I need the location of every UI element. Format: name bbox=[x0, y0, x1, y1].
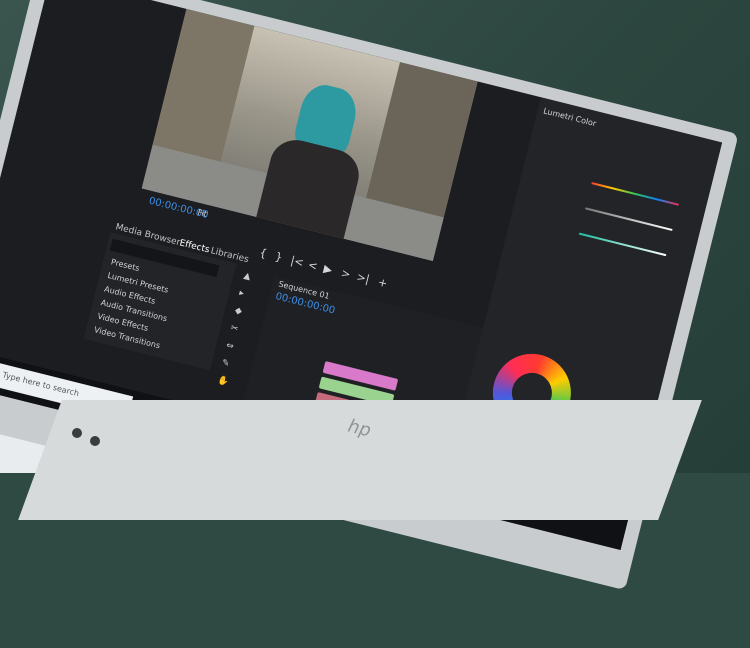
slip-tool-icon[interactable]: ⇔ bbox=[225, 341, 239, 354]
list-item[interactable]: Video Transitions bbox=[93, 325, 161, 350]
list-item[interactable]: Presets bbox=[110, 257, 140, 273]
go-to-in-button[interactable]: |< bbox=[289, 254, 305, 270]
lumetri-title: Lumetri Color bbox=[542, 106, 598, 129]
selection-tool-icon[interactable]: ▲ bbox=[242, 271, 256, 284]
mark-in-button[interactable]: { bbox=[258, 246, 268, 260]
luma-slider[interactable] bbox=[578, 232, 667, 257]
track-select-icon[interactable]: ▸ bbox=[238, 288, 252, 301]
hue-slider[interactable] bbox=[591, 182, 679, 206]
saturation-slider[interactable] bbox=[584, 207, 673, 231]
razor-tool-icon[interactable]: ✂ bbox=[229, 323, 243, 336]
usb-port-icon bbox=[90, 436, 100, 446]
play-button[interactable]: ▶ bbox=[322, 262, 333, 277]
hand-tool-icon[interactable]: ✋ bbox=[216, 376, 230, 389]
go-to-out-button[interactable]: >| bbox=[355, 270, 371, 286]
taskbar-search-placeholder: Type here to search bbox=[1, 370, 80, 399]
pen-tool-icon[interactable]: ✎ bbox=[221, 358, 235, 371]
audio-port-icon bbox=[72, 428, 82, 438]
step-forward-button[interactable]: > bbox=[340, 266, 352, 281]
step-back-button[interactable]: < bbox=[307, 258, 319, 273]
ripple-edit-icon[interactable]: ◆ bbox=[234, 306, 248, 319]
add-button[interactable]: + bbox=[377, 276, 389, 291]
mark-out-button[interactable]: } bbox=[274, 250, 284, 264]
